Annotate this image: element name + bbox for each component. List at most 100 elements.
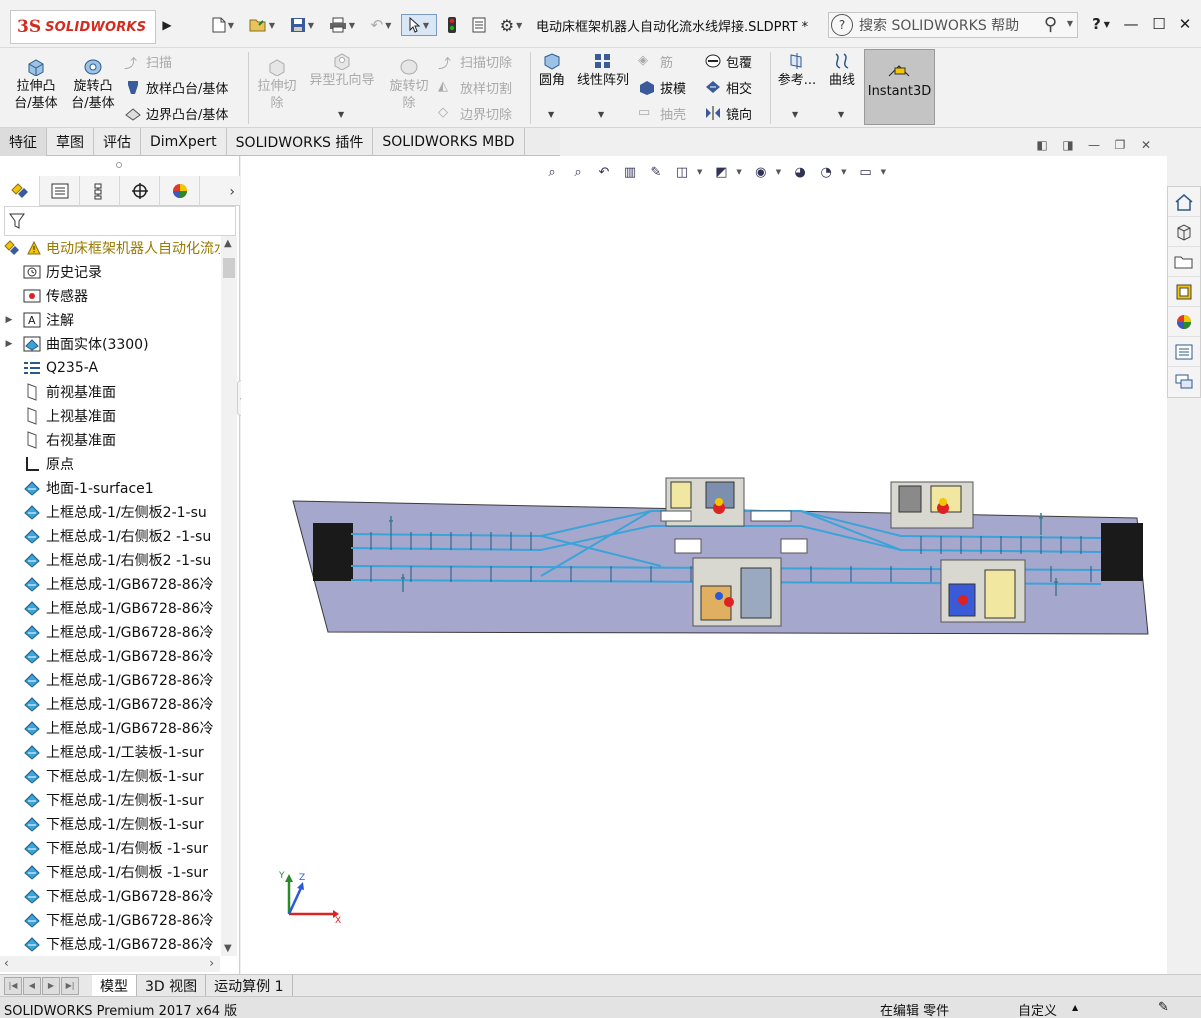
- scroll-left-icon[interactable]: ‹: [4, 956, 9, 970]
- linear-pattern-dropdown-icon[interactable]: ▼: [598, 110, 604, 119]
- revolve-cut-button[interactable]: 旋转切 除: [384, 58, 434, 112]
- tab-motion-study[interactable]: 运动算例 1: [206, 974, 293, 997]
- solidworks-logo[interactable]: 3S SOLIDWORKS: [10, 10, 156, 44]
- tree-node[interactable]: 上视基准面: [0, 404, 220, 428]
- tab-propertymanager[interactable]: [40, 176, 80, 206]
- quick-tips-icon[interactable]: ✎: [1158, 1000, 1169, 1015]
- minimize-button[interactable]: —: [1120, 12, 1142, 36]
- units-status[interactable]: 自定义: [1018, 1000, 1057, 1018]
- curves-dropdown-icon[interactable]: ▼: [838, 110, 844, 119]
- select-button[interactable]: ▼: [401, 14, 437, 36]
- extrude-cut-button[interactable]: 拉伸切 除: [254, 58, 300, 112]
- tree-horizontal-scrollbar[interactable]: ‹ ›: [0, 956, 220, 972]
- save-button[interactable]: ▼: [284, 14, 320, 36]
- rebuild-button[interactable]: [444, 14, 460, 36]
- tree-node[interactable]: 原点: [0, 452, 220, 476]
- hole-wizard-dropdown-icon[interactable]: ▼: [338, 110, 344, 119]
- open-document-button[interactable]: ▼: [244, 14, 280, 36]
- scroll-thumb[interactable]: [223, 258, 235, 278]
- options-button[interactable]: ⚙ ▼: [494, 14, 528, 36]
- boundary-boss-button[interactable]: 边界凸台/基体: [124, 102, 228, 124]
- expand-arrow-icon[interactable]: ▶: [4, 315, 14, 325]
- print-button[interactable]: ▼: [324, 14, 360, 36]
- tree-node[interactable]: ▶ 曲面实体(3300): [0, 332, 220, 356]
- tree-vertical-scrollbar[interactable]: ▲ ▼: [221, 236, 237, 956]
- help-button[interactable]: ? ▼: [1086, 12, 1116, 36]
- scroll-up-icon[interactable]: ▲: [224, 238, 232, 249]
- tree-node[interactable]: 上框总成-1/GB6728-86冷: [0, 620, 220, 644]
- help-search[interactable]: ? 搜索 SOLIDWORKS 帮助 ⚲ ▼: [828, 12, 1078, 38]
- undo-button[interactable]: ↶ ▼: [364, 14, 398, 36]
- file-properties-button[interactable]: [468, 14, 490, 36]
- tab-model[interactable]: 模型: [92, 974, 137, 997]
- tree-node[interactable]: 历史记录: [0, 260, 220, 284]
- last-tab-icon[interactable]: ▶|: [61, 976, 79, 995]
- tree-node[interactable]: 下框总成-1/GB6728-86冷: [0, 884, 220, 908]
- tree-node[interactable]: 上框总成-1/GB6728-86冷: [0, 668, 220, 692]
- tree-node[interactable]: 传感器: [0, 284, 220, 308]
- first-tab-icon[interactable]: |◀: [4, 976, 22, 995]
- tree-node[interactable]: 上框总成-1/工装板-1-sur: [0, 740, 220, 764]
- tree-node[interactable]: ▶ A 注解: [0, 308, 220, 332]
- tree-node[interactable]: 上框总成-1/右侧板2 -1-su: [0, 548, 220, 572]
- reference-dropdown-icon[interactable]: ▼: [792, 110, 798, 119]
- fillet-button[interactable]: 圆角: [534, 52, 570, 89]
- forum-tab[interactable]: [1168, 367, 1200, 397]
- tab-addins[interactable]: SOLIDWORKS 插件: [227, 128, 374, 156]
- draft-button[interactable]: 拔模: [638, 76, 686, 98]
- tab-features[interactable]: 特征: [0, 128, 47, 156]
- viewport-close-icon[interactable]: ✕: [1133, 138, 1159, 152]
- rib-button[interactable]: ◈ 筋: [638, 50, 673, 72]
- design-library-tab[interactable]: [1168, 217, 1200, 247]
- tree-node[interactable]: 上框总成-1/GB6728-86冷: [0, 572, 220, 596]
- tree-node[interactable]: 上框总成-1/GB6728-86冷: [0, 716, 220, 740]
- boundary-cut-button[interactable]: ◇ 边界切除: [438, 102, 512, 124]
- tree-node[interactable]: 上框总成-1/GB6728-86冷: [0, 644, 220, 668]
- search-icon[interactable]: ⚲: [1044, 14, 1057, 35]
- tab-3d-views[interactable]: 3D 视图: [137, 974, 207, 997]
- tree-node[interactable]: 前视基准面: [0, 380, 220, 404]
- tree-filter[interactable]: [4, 206, 236, 236]
- sweep-button[interactable]: ⤴ 扫描: [124, 50, 172, 73]
- tree-node[interactable]: 上框总成-1/左侧板2-1-su: [0, 500, 220, 524]
- loft-boss-button[interactable]: 放样凸台/基体: [124, 76, 228, 98]
- model-view[interactable]: [241, 156, 1167, 974]
- tree-node[interactable]: 下框总成-1/GB6728-86冷: [0, 908, 220, 932]
- extrude-boss-button[interactable]: 拉伸凸 台/基体: [10, 58, 62, 112]
- more-tabs-icon[interactable]: ›: [229, 184, 235, 200]
- appearances-tab[interactable]: [1168, 307, 1200, 337]
- wrap-button[interactable]: 包覆: [704, 50, 752, 72]
- tree-node[interactable]: 下框总成-1/左侧板-1-sur: [0, 812, 220, 836]
- tree-node[interactable]: 上框总成-1/GB6728-86冷: [0, 692, 220, 716]
- tab-dimxpert[interactable]: DimXpert: [141, 128, 227, 156]
- curves-button[interactable]: 曲线: [824, 52, 860, 89]
- reference-geometry-button[interactable]: 参考...: [776, 52, 818, 89]
- tree-node[interactable]: 上框总成-1/右侧板2 -1-su: [0, 524, 220, 548]
- expand-arrow-icon[interactable]: ▶: [4, 339, 14, 349]
- scroll-down-icon[interactable]: ▼: [224, 943, 232, 954]
- hole-wizard-button[interactable]: 异型孔向导: [304, 52, 380, 89]
- units-dropdown-icon[interactable]: ▲: [1072, 1003, 1078, 1012]
- tab-sketch[interactable]: 草图: [47, 128, 94, 156]
- custom-properties-tab[interactable]: [1168, 337, 1200, 367]
- tree-root[interactable]: 电动床框架机器人自动化流水线焊接: [0, 236, 220, 260]
- revolve-boss-button[interactable]: 旋转凸 台/基体: [66, 58, 120, 112]
- shell-button[interactable]: ▭ 抽壳: [638, 102, 686, 124]
- new-document-button[interactable]: ▼: [206, 14, 240, 36]
- solidworks-resources-tab[interactable]: [1168, 187, 1200, 217]
- tree-node[interactable]: 下框总成-1/GB6728-86冷: [0, 932, 220, 956]
- view-palette-tab[interactable]: [1168, 277, 1200, 307]
- intersect-button[interactable]: 相交: [704, 76, 752, 98]
- tree-node[interactable]: 地面-1-surface1: [0, 476, 220, 500]
- tree-node[interactable]: 下框总成-1/左侧板-1-sur: [0, 788, 220, 812]
- file-explorer-tab[interactable]: [1168, 247, 1200, 277]
- tab-mbd[interactable]: SOLIDWORKS MBD: [373, 128, 525, 156]
- mirror-button[interactable]: 镜向: [704, 102, 752, 124]
- viewport-minimize-icon[interactable]: —: [1081, 138, 1107, 152]
- linear-pattern-button[interactable]: 线性阵列: [572, 52, 634, 89]
- viewport-restore-right-icon[interactable]: ◨: [1055, 138, 1081, 152]
- menu-expand-icon[interactable]: ▶: [160, 14, 174, 36]
- scroll-right-icon[interactable]: ›: [209, 956, 214, 970]
- tab-featuremanager[interactable]: [0, 176, 40, 206]
- fillet-dropdown-icon[interactable]: ▼: [548, 110, 554, 119]
